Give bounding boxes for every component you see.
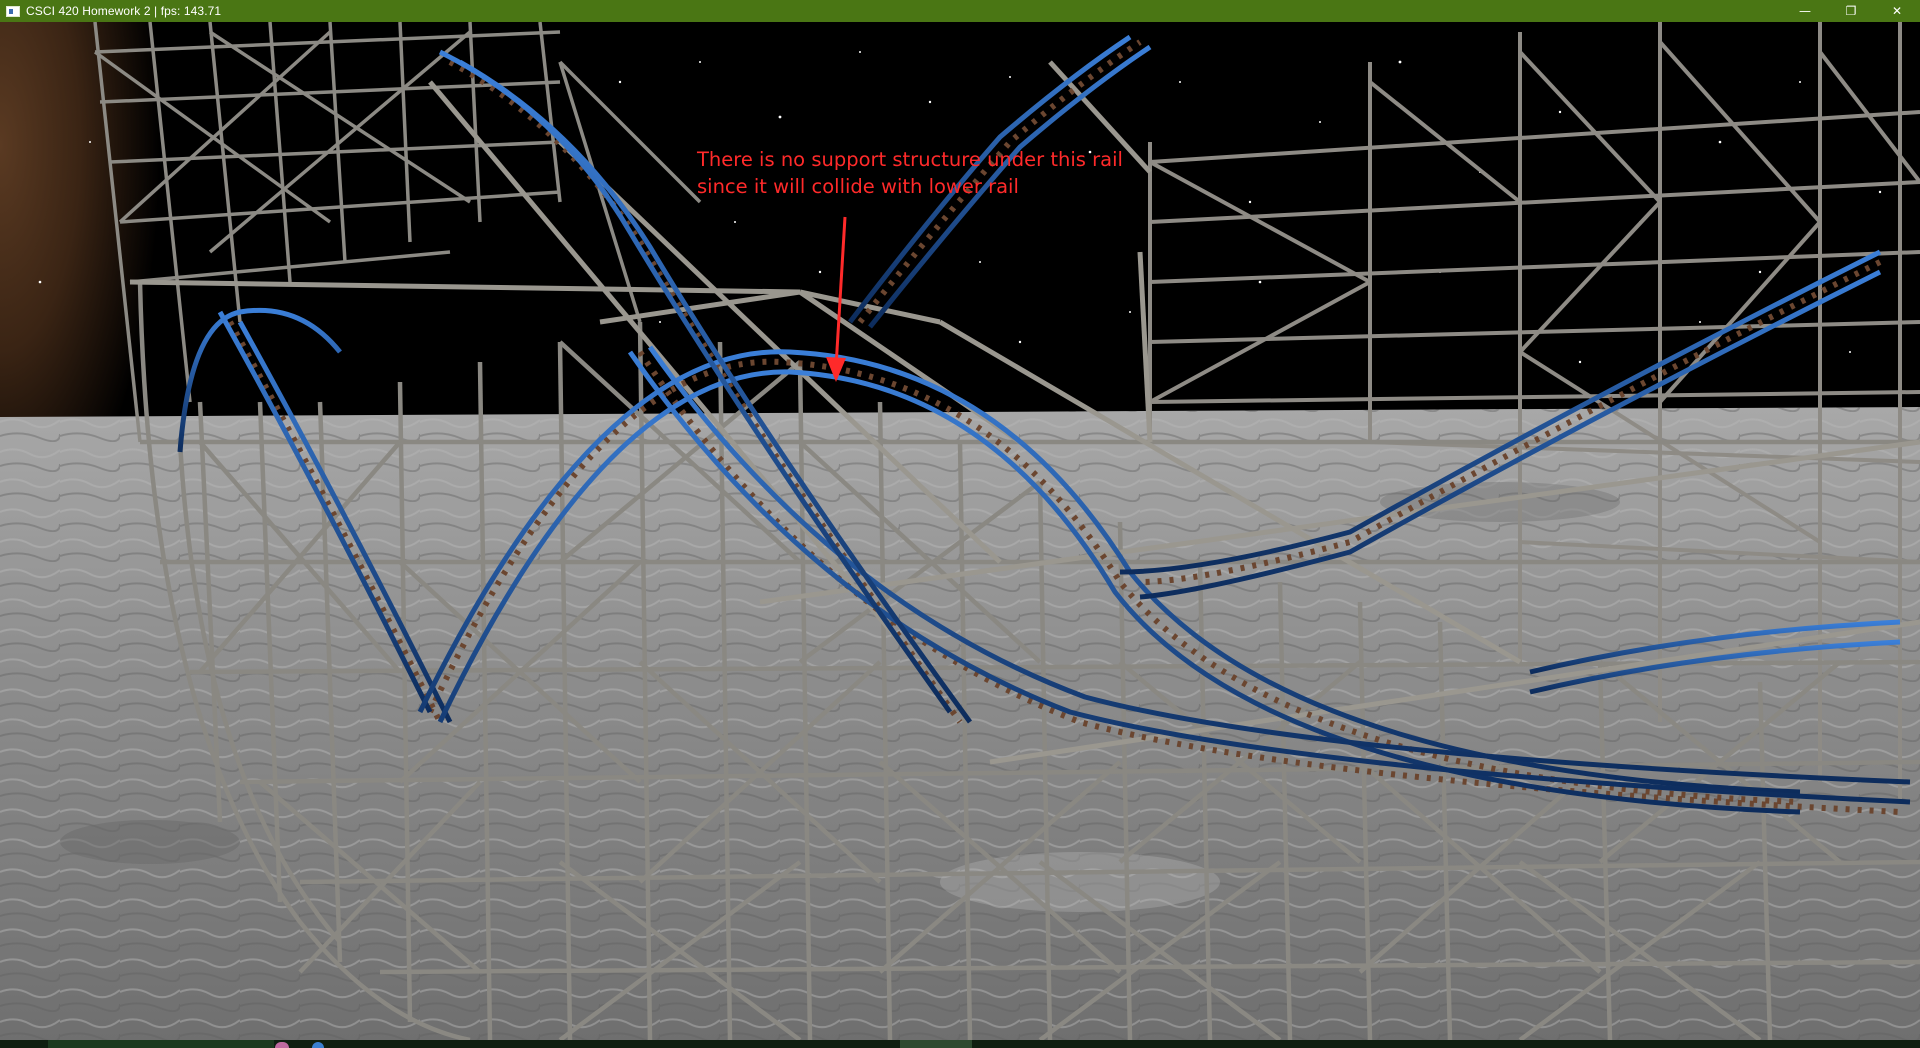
minimize-button[interactable]: — xyxy=(1782,0,1828,22)
close-button[interactable]: ✕ xyxy=(1874,0,1920,22)
crater xyxy=(60,820,240,864)
window-controls: — ❐ ✕ xyxy=(1782,0,1920,22)
app-window: CSCI 420 Homework 2 | fps: 143.71 — ❐ ✕ xyxy=(0,0,1920,1048)
annotation-note: There is no support structure under this… xyxy=(697,146,1123,200)
annotation-line-1: There is no support structure under this… xyxy=(697,148,1123,171)
taskbar-app-icon[interactable] xyxy=(275,1042,289,1048)
restore-icon: ❐ xyxy=(1845,4,1857,18)
taskbar-search-area[interactable] xyxy=(48,1040,274,1048)
annotation-line-2: since it will collide with lower rail xyxy=(697,175,1019,198)
taskbar-app-icon[interactable] xyxy=(312,1042,324,1048)
render-viewport[interactable]: There is no support structure under this… xyxy=(0,22,1920,1040)
minimize-icon: — xyxy=(1799,4,1811,18)
app-icon xyxy=(6,5,20,17)
title-bar[interactable]: CSCI 420 Homework 2 | fps: 143.71 — ❐ ✕ xyxy=(0,0,1920,22)
taskbar-active-app[interactable] xyxy=(900,1040,972,1048)
window-title: CSCI 420 Homework 2 | fps: 143.71 xyxy=(26,4,222,18)
close-icon: ✕ xyxy=(1891,4,1903,18)
taskbar[interactable] xyxy=(0,1040,1920,1048)
maximize-button[interactable]: ❐ xyxy=(1828,0,1874,22)
